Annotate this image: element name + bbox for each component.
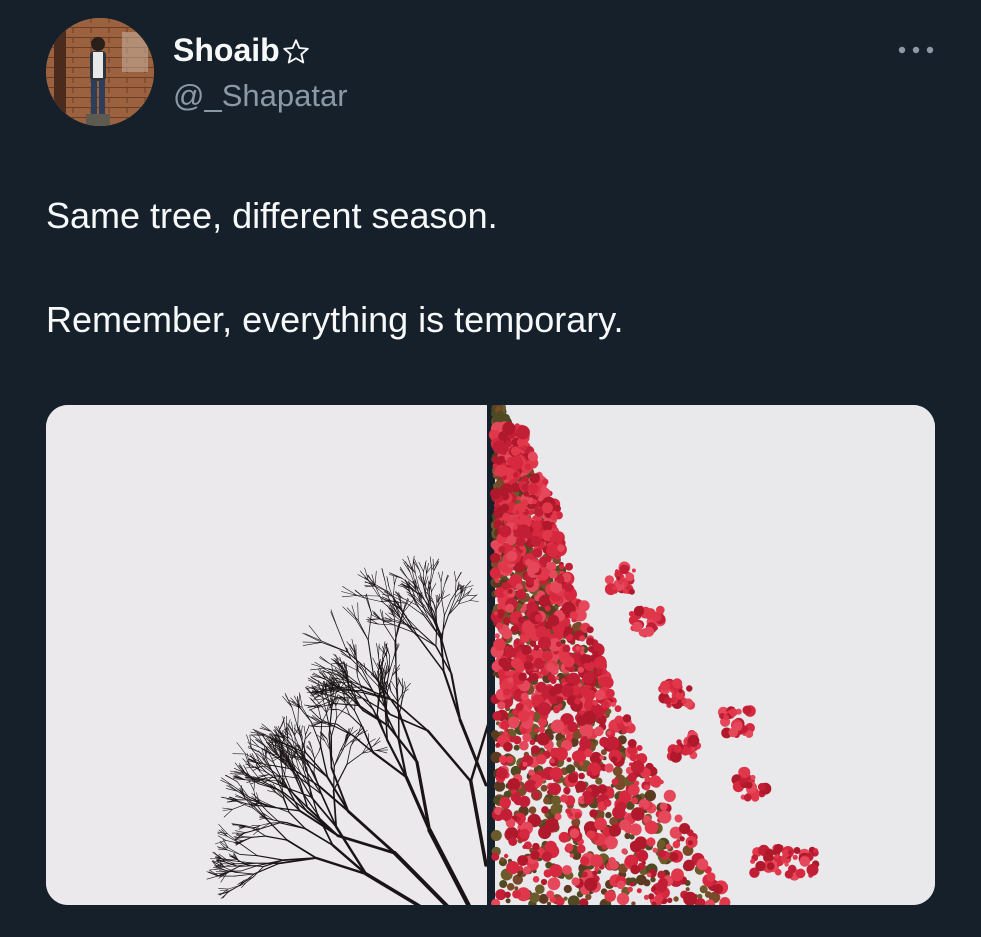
tweet-photo[interactable] bbox=[46, 405, 935, 905]
star-outline-icon bbox=[281, 37, 311, 67]
more-options-button[interactable] bbox=[893, 35, 939, 65]
flowering-tree-panel bbox=[488, 405, 935, 905]
author-display-name[interactable]: Shoaib bbox=[173, 32, 280, 69]
avatar[interactable] bbox=[46, 18, 154, 126]
tweet-paragraph: Remember, everything is temporary. bbox=[46, 299, 624, 340]
tweet-paragraph: Same tree, different season. bbox=[46, 195, 498, 236]
tweet-text: Same tree, different season. Remember, e… bbox=[46, 190, 936, 346]
author-handle[interactable]: @_Shapatar bbox=[173, 78, 348, 114]
more-options-icon bbox=[898, 46, 934, 54]
author-display-name-row[interactable]: Shoaib bbox=[173, 32, 311, 69]
